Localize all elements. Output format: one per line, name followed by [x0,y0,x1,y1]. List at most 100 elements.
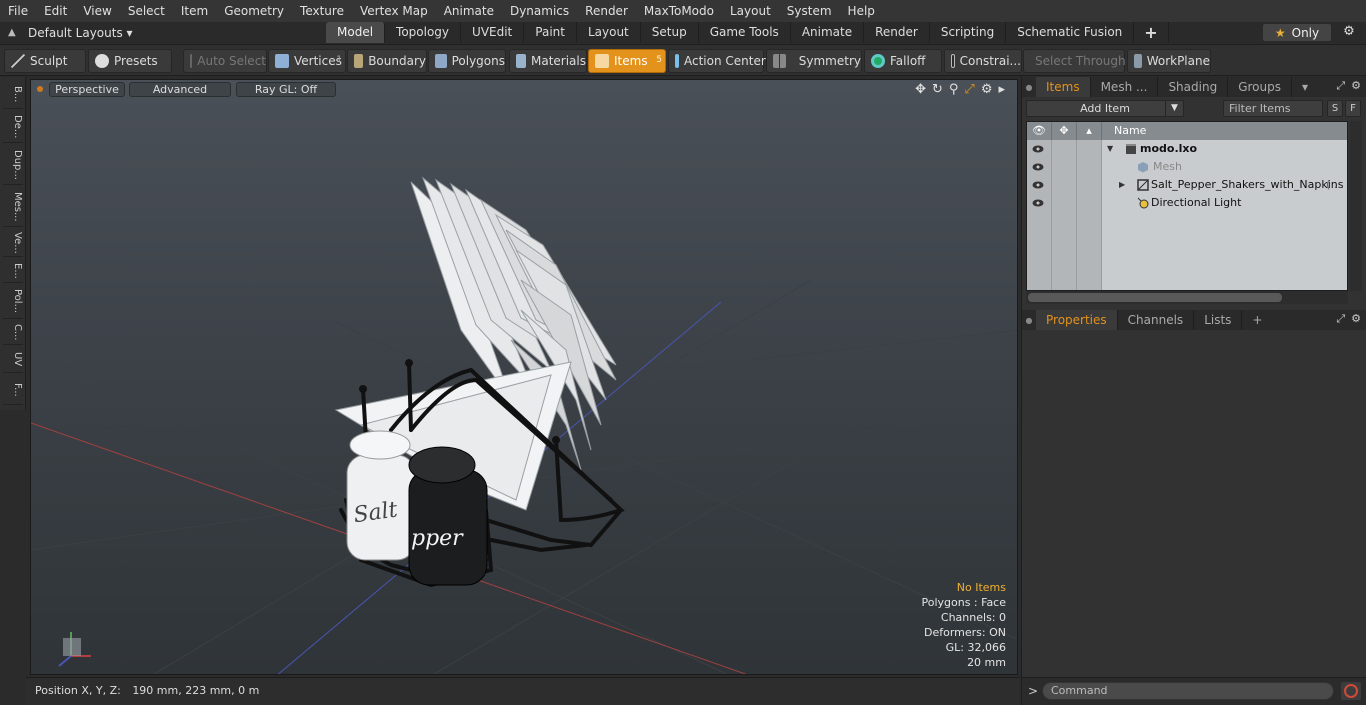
left-tab-vertex[interactable]: Ve... [3,229,23,257]
tab-channels[interactable]: Channels [1118,310,1195,330]
tree-row-salt-pepper[interactable]: ▶ Salt_Pepper_Shakers_with_Napkins ( ... [1027,176,1347,194]
tree-row-directional-light[interactable]: Directional Light [1027,194,1347,212]
tab-game-tools[interactable]: Game Tools [699,22,791,43]
tabs-dropdown-icon[interactable]: ▾ [1292,77,1318,97]
expand-arrow-icon[interactable]: ▼ [1107,140,1113,158]
lock-column-icon[interactable]: ✥ [1052,122,1077,140]
visibility-eye-icon[interactable] [1032,198,1044,208]
s-button[interactable]: S [1327,100,1343,117]
left-tab-f[interactable]: F... [3,375,23,405]
menu-edit[interactable]: Edit [36,0,75,22]
visibility-column-icon[interactable]: 👁 [1027,122,1052,140]
presets-button[interactable]: Presets [88,49,172,73]
symmetry-button[interactable]: Symmetry [766,49,862,73]
workplane-button[interactable]: WorkPlane [1127,49,1211,73]
visibility-eye-icon[interactable] [1032,180,1044,190]
command-input[interactable]: Command [1042,682,1334,700]
record-icon[interactable] [1341,682,1361,700]
panel-gear-icon[interactable]: ⚙ [1351,312,1361,326]
tab-setup[interactable]: Setup [641,22,699,43]
sculpt-button[interactable]: Sculpt [4,49,86,73]
tab-paint[interactable]: Paint [524,22,577,43]
tab-render[interactable]: Render [864,22,930,43]
add-tab-button[interactable]: + [1134,22,1169,43]
menu-item[interactable]: Item [173,0,216,22]
tree-row-scene[interactable]: ▼ modo.lxo [1027,140,1347,158]
gear-icon[interactable]: ⚙ [1340,24,1358,41]
filter-items-field[interactable]: Filter Items [1223,100,1323,117]
tab-properties[interactable]: Properties [1036,310,1118,330]
maximize-icon[interactable]: ⤢ [1336,312,1345,326]
view-mode-button[interactable]: Perspective [49,82,125,97]
tab-mesh[interactable]: Mesh ... [1091,77,1159,97]
menu-select[interactable]: Select [120,0,173,22]
auto-select-button[interactable]: Auto Select [183,49,267,73]
tree-scroll-thumb[interactable] [1028,293,1282,302]
boundary-button[interactable]: Boundary [347,49,427,73]
add-item-dropdown-icon[interactable]: ▼ [1165,101,1183,116]
left-tab-polygon[interactable]: Pol... [3,285,23,319]
menu-file[interactable]: File [0,0,36,22]
left-tab-b[interactable]: B... [3,81,23,109]
panel-menu-dot[interactable]: ● [1022,83,1036,92]
polygons-button[interactable]: Polygons [428,49,506,73]
menu-geometry[interactable]: Geometry [216,0,292,22]
materials-button[interactable]: Materials [509,49,587,73]
expand-arrow-icon[interactable]: ▶ [1119,176,1125,194]
tab-schematic-fusion[interactable]: Schematic Fusion [1006,22,1135,43]
visibility-eye-icon[interactable] [1032,144,1044,154]
menu-texture[interactable]: Texture [292,0,352,22]
tab-uvedit[interactable]: UVEdit [461,22,525,43]
falloff-button[interactable]: Falloff [864,49,942,73]
shading-mode-button[interactable]: Advanced [129,82,231,97]
f-button[interactable]: F [1345,100,1361,117]
tree-row-mesh[interactable]: Mesh [1027,158,1347,176]
name-column-header[interactable]: Name [1102,122,1347,140]
tab-lists[interactable]: Lists [1194,310,1243,330]
items-button[interactable]: Items 5 [588,49,666,73]
3d-viewport[interactable]: Salt pper Perspective Advanced Ray GL: O… [30,79,1018,675]
tab-layout[interactable]: Layout [577,22,641,43]
panel-menu-dot[interactable]: ● [1022,316,1036,325]
left-tab-edge[interactable]: E... [3,259,23,283]
left-tab-mesh[interactable]: Mes... [3,187,23,227]
left-tab-uv[interactable]: UV [3,347,23,373]
menu-layout[interactable]: Layout [722,0,779,22]
tab-model[interactable]: Model [326,22,386,43]
menu-maxtomodo[interactable]: MaxToModo [636,0,722,22]
viewport-settings-icon[interactable]: ⚙ [981,82,993,97]
viewport-menu-dot[interactable] [37,86,43,92]
select-through-button[interactable]: Select Through [1023,49,1126,73]
menu-help[interactable]: Help [840,0,883,22]
raygl-button[interactable]: Ray GL: Off [236,82,336,97]
vertices-button[interactable]: Vertices 1 [268,49,346,73]
move-view-icon[interactable]: ✥ [915,82,926,97]
left-tab-deform[interactable]: De... [3,111,23,143]
maximize-icon[interactable]: ⤢ [1336,79,1345,93]
layouts-dropdown[interactable]: ▲ Default Layouts ▾ [0,22,300,43]
only-button[interactable]: ★ Only [1263,24,1331,41]
tab-topology[interactable]: Topology [385,22,462,43]
add-item-button[interactable]: Add Item ▼ [1026,100,1184,117]
menu-animate[interactable]: Animate [436,0,502,22]
panel-gear-icon[interactable]: ⚙ [1351,79,1361,93]
zoom-view-icon[interactable]: ⚲ [949,82,959,97]
tab-items[interactable]: Items [1036,77,1091,97]
tree-vertical-scrollbar[interactable] [1350,121,1362,291]
constraints-button[interactable]: Constrai... [944,49,1022,73]
viewport-more-icon[interactable]: ▸ [998,82,1005,97]
menu-render[interactable]: Render [577,0,636,22]
left-tab-c[interactable]: C... [3,321,23,345]
menu-system[interactable]: System [779,0,840,22]
add-panel-tab-button[interactable]: + [1242,310,1272,330]
type-column-icon[interactable]: ▴ [1077,122,1102,140]
action-center-button[interactable]: Action Center [668,49,766,73]
tree-horizontal-scrollbar[interactable] [1026,291,1348,304]
menu-dynamics[interactable]: Dynamics [502,0,577,22]
rotate-view-icon[interactable]: ↻ [932,82,943,97]
left-tab-duplicate[interactable]: Dup... [3,145,23,185]
menu-view[interactable]: View [75,0,119,22]
menu-vertex-map[interactable]: Vertex Map [352,0,436,22]
tab-scripting[interactable]: Scripting [930,22,1007,43]
fit-view-icon[interactable]: ⤢ [964,82,974,97]
